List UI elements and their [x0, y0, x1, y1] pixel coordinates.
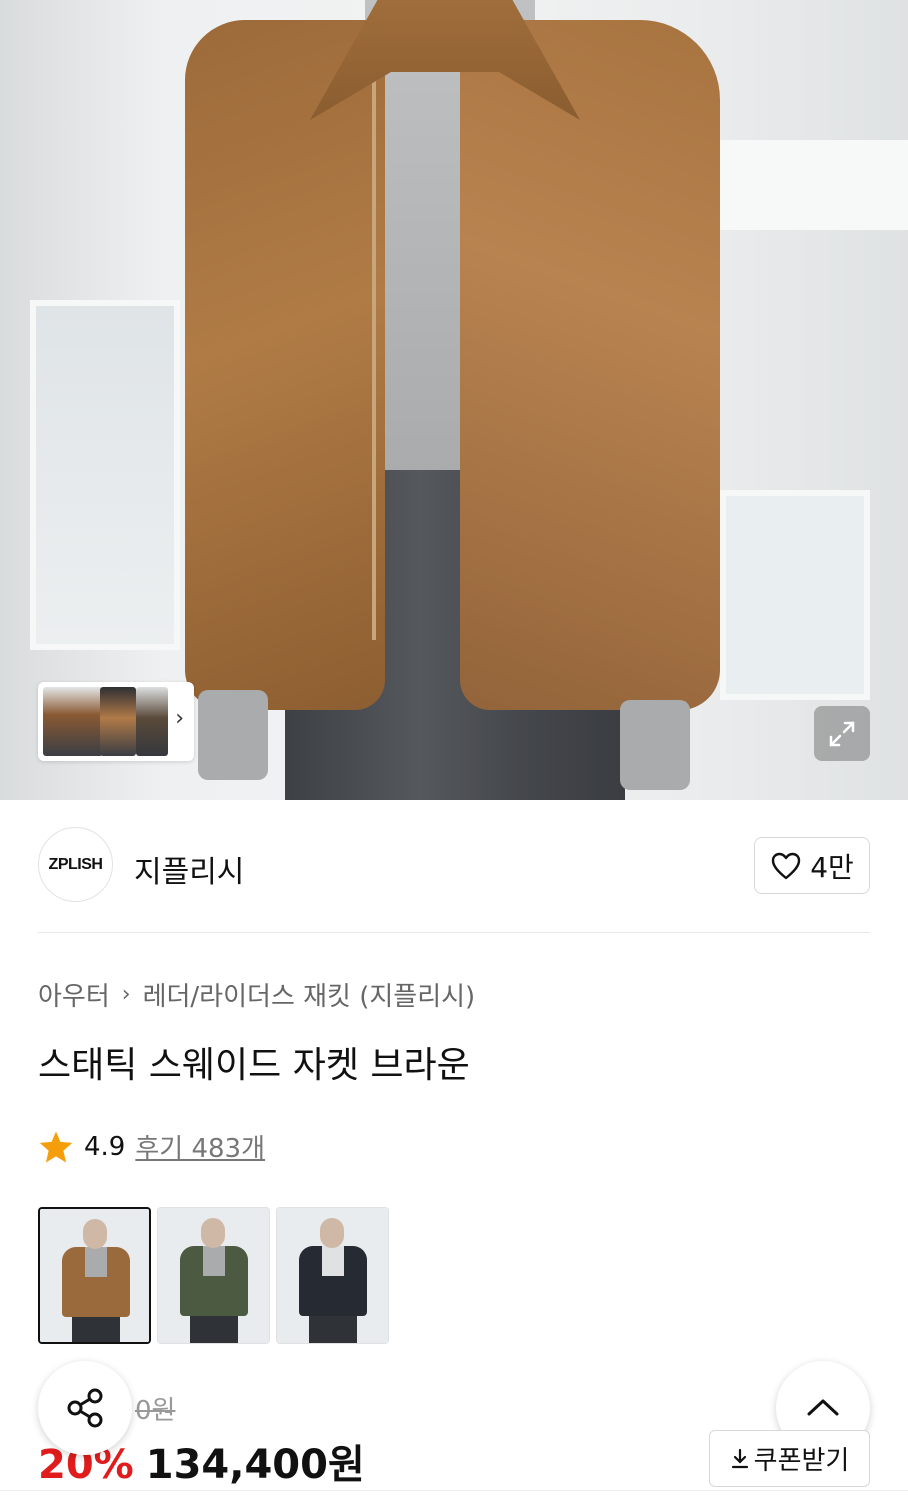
background-window-right [720, 490, 870, 700]
divider [38, 932, 870, 933]
jacket-left-panel [185, 20, 385, 710]
product-main-image[interactable]: › [0, 0, 908, 800]
jacket-zipper [372, 80, 376, 640]
bottom-divider [0, 1490, 908, 1491]
original-price: 0원 [135, 1396, 176, 1426]
like-button[interactable]: 4만 [754, 837, 870, 894]
star-icon [39, 1130, 73, 1163]
share-button[interactable] [38, 1361, 132, 1455]
rating-score: 4.9 [84, 1131, 126, 1162]
share-icon [67, 1388, 103, 1428]
brand-logo[interactable]: ZPLISH [38, 827, 113, 902]
brand-name[interactable]: 지플리시 [134, 847, 244, 891]
chevron-right-icon: › [121, 982, 131, 1007]
expand-icon [829, 721, 855, 746]
rating-row: 4.9 후기 483개 [38, 1128, 265, 1165]
background-ceiling [690, 140, 908, 230]
background-window-left [30, 300, 180, 650]
thumbnail-2[interactable] [100, 687, 136, 756]
chevron-up-icon [807, 1399, 839, 1416]
thumbnail-1[interactable] [43, 687, 103, 756]
coupon-button[interactable]: 쿠폰받기 [709, 1430, 870, 1487]
chevron-right-icon[interactable]: › [175, 708, 184, 730]
sleeve-cuff-left [198, 690, 268, 780]
expand-image-button[interactable] [814, 706, 870, 761]
jacket-right-panel [460, 20, 720, 710]
thumbnail-3[interactable] [136, 687, 168, 756]
final-price: 134,400원 [145, 1442, 365, 1488]
breadcrumb: 아우터 › 레더/라이더스 재킷 (지플리시) [38, 976, 475, 1013]
breadcrumb-subcategory[interactable]: 레더/라이더스 재킷 (지플리시) [143, 976, 476, 1013]
like-count: 4만 [810, 850, 854, 884]
coupon-label: 쿠폰받기 [753, 1446, 850, 1476]
breadcrumb-category[interactable]: 아우터 [38, 976, 110, 1013]
color-option-khaki[interactable] [157, 1207, 270, 1344]
product-title: 스태틱 스웨이드 자켓 브라운 [38, 1045, 470, 1086]
brand-row: ZPLISH 지플리시 4만 [38, 827, 870, 903]
image-thumbnail-strip[interactable]: › [38, 682, 194, 761]
reviews-link[interactable]: 후기 483개 [135, 1128, 265, 1165]
heart-icon [772, 852, 801, 879]
color-option-navy[interactable] [276, 1207, 389, 1344]
sleeve-cuff-right [620, 700, 690, 790]
color-option-brown[interactable] [38, 1207, 151, 1344]
color-options [38, 1207, 389, 1344]
download-icon [731, 1448, 748, 1468]
